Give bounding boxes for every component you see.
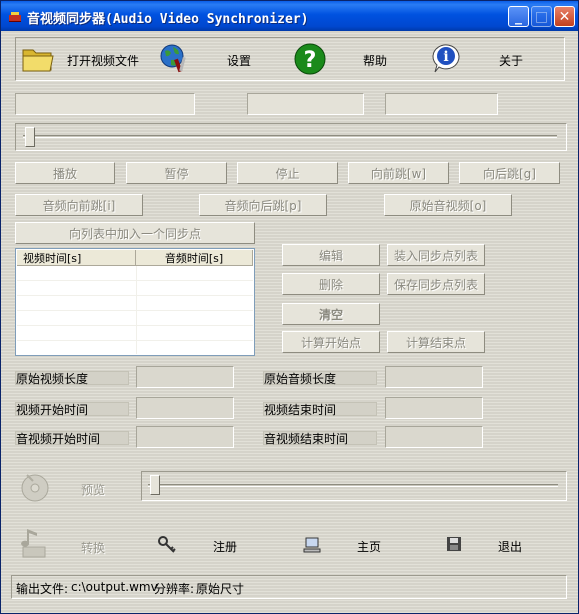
preview-slider-track[interactable]	[148, 484, 558, 487]
calc-end-button[interactable]: 计算结束点	[387, 331, 485, 353]
minimize-button[interactable]: _	[508, 6, 529, 27]
output-file-label: 输出文件:	[16, 582, 69, 596]
list-gridline	[17, 280, 253, 281]
jump-forward-button[interactable]: 向前跳[w]	[348, 162, 449, 184]
calc-start-button[interactable]: 计算开始点	[282, 331, 380, 353]
video-end-time-label: 视频结束时间	[264, 403, 337, 417]
sync-point-list[interactable]: 视频时间[s] 音频时间[s]	[15, 248, 255, 356]
app-window: 音视频同步器(Audio Video Synchronizer) _ □ ✕ 打…	[0, 0, 579, 614]
question-icon[interactable]: ?	[293, 42, 327, 76]
av-end-time-label: 音视频结束时间	[264, 432, 349, 446]
open-video-label[interactable]: 打开视频文件	[67, 52, 139, 69]
delete-button[interactable]: 删除	[282, 273, 380, 295]
help-label[interactable]: 帮助	[363, 52, 387, 69]
time-readout-1	[247, 93, 364, 115]
close-button[interactable]: ✕	[554, 6, 575, 27]
video-start-time-field[interactable]	[136, 397, 234, 419]
exit-label[interactable]: 退出	[498, 538, 522, 555]
register-label[interactable]: 注册	[213, 538, 237, 555]
file-readout	[15, 93, 195, 115]
stop-button[interactable]: 停止	[237, 162, 338, 184]
av-start-time-label: 音视频开始时间	[16, 432, 101, 446]
close-icon: ✕	[558, 8, 571, 25]
list-gridline	[17, 325, 253, 326]
key-icon[interactable]	[157, 535, 177, 555]
disc-icon[interactable]	[19, 471, 51, 503]
folder-icon[interactable]	[21, 42, 55, 74]
list-gridline	[17, 340, 253, 341]
resolution-value: 原始尺寸	[196, 582, 245, 596]
play-button[interactable]: 播放	[15, 162, 115, 184]
floppy-icon[interactable]	[446, 536, 462, 552]
jump-backward-button[interactable]: 向后跳[g]	[459, 162, 560, 184]
convert-label[interactable]: 转换	[81, 539, 105, 556]
computer-icon[interactable]	[303, 536, 321, 554]
video-slider-track[interactable]	[23, 135, 557, 138]
app-icon	[9, 12, 21, 22]
column-header-audio-time[interactable]: 音频时间[s]	[136, 250, 253, 266]
home-label[interactable]: 主页	[357, 538, 381, 555]
video-slider-thumb[interactable]	[25, 127, 35, 147]
about-label[interactable]: 关于	[499, 52, 523, 69]
audio-jump-forward-button[interactable]: 音频向前跳[i]	[15, 194, 143, 216]
music-note-icon[interactable]	[21, 527, 47, 559]
add-sync-point-button[interactable]: 向列表中加入一个同步点	[15, 222, 255, 244]
svg-text:?: ?	[304, 48, 317, 73]
pause-button[interactable]: 暂停	[126, 162, 227, 184]
list-gridline	[17, 310, 253, 311]
title-bar[interactable]: 音视频同步器(Audio Video Synchronizer) _ □ ✕	[1, 1, 578, 31]
original-av-button[interactable]: 原始音视频[o]	[384, 194, 512, 216]
settings-label[interactable]: 设置	[227, 52, 251, 69]
globe-tools-icon[interactable]	[157, 41, 191, 75]
preview-slider-thumb[interactable]	[150, 475, 160, 495]
av-start-time-field[interactable]	[136, 426, 234, 448]
output-file-value: c:\output.wmv	[71, 580, 158, 594]
minimize-icon: _	[515, 8, 522, 25]
list-column-divider	[136, 266, 137, 354]
column-header-video-time[interactable]: 视频时间[s]	[17, 250, 136, 266]
status-bar: 输出文件: c:\output.wmv 分辨率: 原始尺寸	[11, 575, 567, 599]
maximize-icon: □	[534, 8, 549, 25]
edit-button[interactable]: 编辑	[282, 244, 380, 266]
save-sync-list-button[interactable]: 保存同步点列表	[387, 273, 485, 295]
orig-audio-length-field[interactable]	[385, 366, 483, 388]
av-end-time-field[interactable]	[385, 426, 483, 448]
resolution-label: 分辨率:	[154, 582, 195, 596]
video-end-time-field[interactable]	[385, 397, 483, 419]
maximize-button[interactable]: □	[531, 6, 552, 27]
audio-jump-backward-button[interactable]: 音频向后跳[p]	[199, 194, 327, 216]
load-sync-list-button[interactable]: 装入同步点列表	[387, 244, 485, 266]
orig-video-length-label: 原始视频长度	[16, 372, 89, 386]
list-gridline	[17, 295, 253, 296]
video-start-time-label: 视频开始时间	[16, 403, 89, 417]
time-readout-2	[385, 93, 498, 115]
orig-video-length-field[interactable]	[136, 366, 234, 388]
clear-button[interactable]: 清空	[282, 303, 380, 325]
preview-label[interactable]: 预览	[81, 481, 105, 498]
window-title: 音视频同步器(Audio Video Synchronizer)	[27, 12, 309, 27]
info-icon[interactable]: i	[429, 41, 463, 75]
orig-audio-length-label: 原始音频长度	[264, 372, 337, 386]
svg-text:i: i	[443, 49, 448, 65]
